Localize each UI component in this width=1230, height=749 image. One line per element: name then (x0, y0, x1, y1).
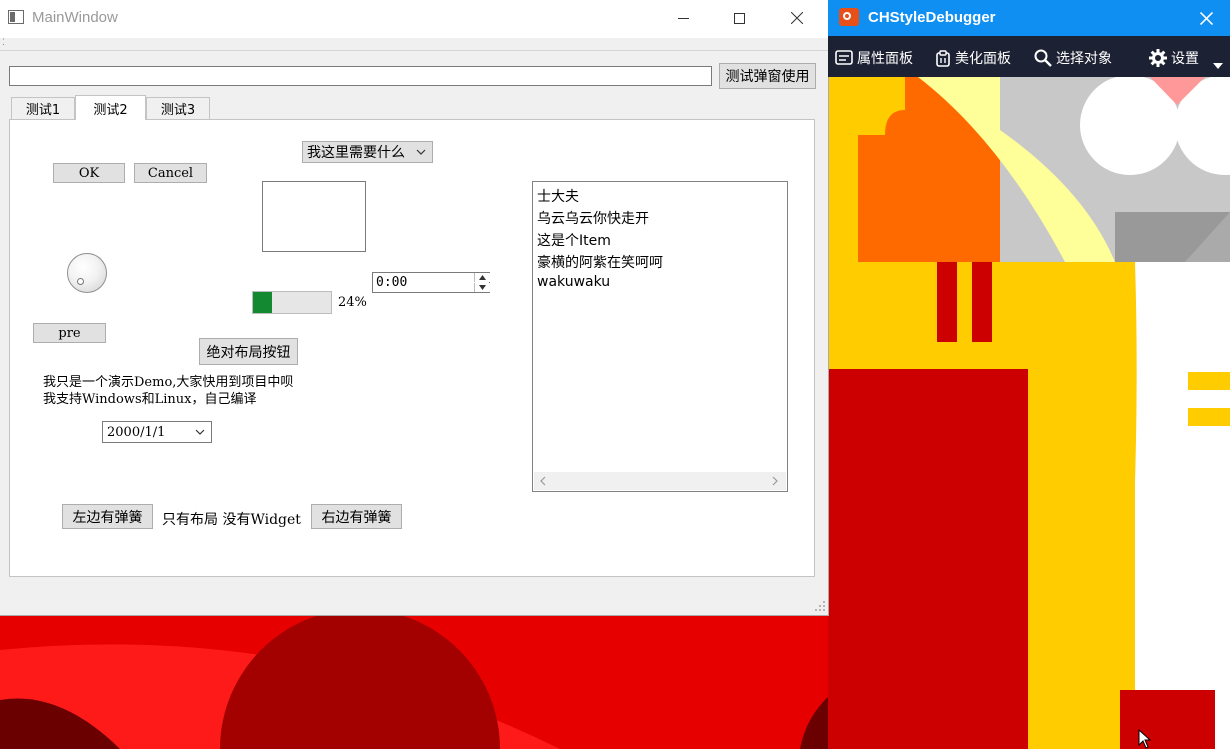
absolute-layout-button[interactable]: 绝对布局按钮 (199, 338, 298, 365)
more-dropdown-icon[interactable] (1213, 63, 1223, 69)
toolbar-grip-icon[interactable]: ⁚ (2, 39, 5, 48)
select-object-label: 选择对象 (1056, 51, 1112, 67)
arrow-down-icon (479, 285, 486, 290)
cancel-button[interactable]: Cancel (134, 163, 207, 183)
select-object-button[interactable]: 选择对象 (1034, 48, 1112, 68)
debugger-logo-icon (839, 8, 859, 26)
clipboard-icon (936, 49, 950, 67)
date-combobox[interactable]: 2000/1/1 (102, 421, 212, 443)
date-value: 2000/1/1 (107, 424, 166, 440)
minimize-button[interactable] (660, 0, 706, 36)
maximize-icon (733, 12, 745, 24)
debugger-close-button[interactable] (1196, 8, 1216, 28)
search-icon (1034, 49, 1052, 67)
pre-button[interactable]: pre (33, 323, 106, 343)
dial-control[interactable] (67, 253, 107, 293)
property-panel-label: 属性面板 (857, 51, 913, 67)
progress-fill (253, 292, 272, 313)
tab-test2[interactable]: 测试2 (75, 95, 146, 120)
title-bar[interactable]: MainWindow (0, 0, 828, 38)
settings-label: 设置 (1171, 51, 1199, 67)
debugger-toolbar: 属性面板 美化面板 选择对象 设置 (828, 36, 1230, 77)
style-debugger-window: CHStyleDebugger 属性面板 美化面板 选择对象 设置 (828, 0, 1230, 77)
combobox-value: 我这里需要什么 (307, 145, 405, 161)
top-text-input[interactable] (9, 66, 712, 86)
chevron-down-icon (195, 429, 205, 435)
list-item[interactable]: 豪横的阿紫在笑呵呵 (537, 252, 663, 272)
minimize-icon (677, 17, 689, 19)
demo-text-line2: 我支持Windows和Linux，自己编译 (43, 392, 257, 407)
property-panel-icon (835, 50, 853, 65)
progress-label: 24% (338, 295, 367, 310)
debugger-title-bar[interactable]: CHStyleDebugger (828, 0, 1230, 36)
spin-up-button[interactable] (474, 273, 490, 282)
item-list[interactable]: 士大夫 乌云乌云你快走开 这是个Item 豪横的阿紫在笑呵呵 wakuwaku (532, 181, 788, 492)
only-layout-label: 只有布局 没有Widget (162, 512, 301, 528)
dial-notch (77, 278, 84, 285)
window-title: MainWindow (32, 9, 118, 26)
beautify-panel-label: 美化面板 (955, 51, 1011, 67)
debugger-title: CHStyleDebugger (868, 9, 996, 26)
time-value: 0:00 (376, 275, 408, 290)
app-window-icon (8, 10, 24, 24)
property-panel-button[interactable]: 属性面板 (835, 48, 913, 68)
close-icon (791, 12, 803, 24)
test-popup-button[interactable]: 测试弹窗使用 (719, 63, 816, 89)
gear-icon (1149, 49, 1167, 67)
list-item[interactable]: 这是个Item (537, 230, 611, 250)
resize-grip-icon[interactable] (814, 600, 826, 612)
main-window: MainWindow ⁚ 测试弹窗使用 测试1 测试2 测试3 OK Cance… (0, 0, 829, 616)
list-item[interactable]: 士大夫 (537, 186, 579, 206)
right-spring-button[interactable]: 右边有弹簧 (311, 504, 402, 529)
close-button[interactable] (774, 0, 820, 36)
time-edit[interactable]: 0:00 (372, 272, 490, 293)
progress-bar (252, 291, 332, 314)
horizontal-scrollbar[interactable] (534, 472, 786, 490)
ok-button[interactable]: OK (53, 163, 125, 183)
scroll-right-icon[interactable] (772, 476, 778, 486)
separator (0, 50, 828, 51)
maximize-button[interactable] (716, 0, 762, 36)
spin-down-button[interactable] (474, 283, 490, 292)
mouse-cursor-icon (1138, 729, 1152, 749)
list-item[interactable]: 乌云乌云你快走开 (537, 208, 649, 228)
frame-box (262, 181, 366, 252)
left-spring-button[interactable]: 左边有弹簧 (62, 504, 153, 529)
close-icon (1199, 11, 1213, 25)
arrow-up-icon (479, 275, 486, 280)
need-what-combobox[interactable]: 我这里需要什么 (302, 141, 433, 163)
scroll-left-icon[interactable] (540, 476, 546, 486)
tab-test3[interactable]: 测试3 (146, 97, 210, 119)
chevron-down-icon (416, 149, 426, 155)
settings-button[interactable]: 设置 (1149, 48, 1199, 68)
tab-test1[interactable]: 测试1 (11, 97, 75, 119)
list-item[interactable]: wakuwaku (537, 274, 610, 290)
beautify-panel-button[interactable]: 美化面板 (935, 48, 1011, 68)
